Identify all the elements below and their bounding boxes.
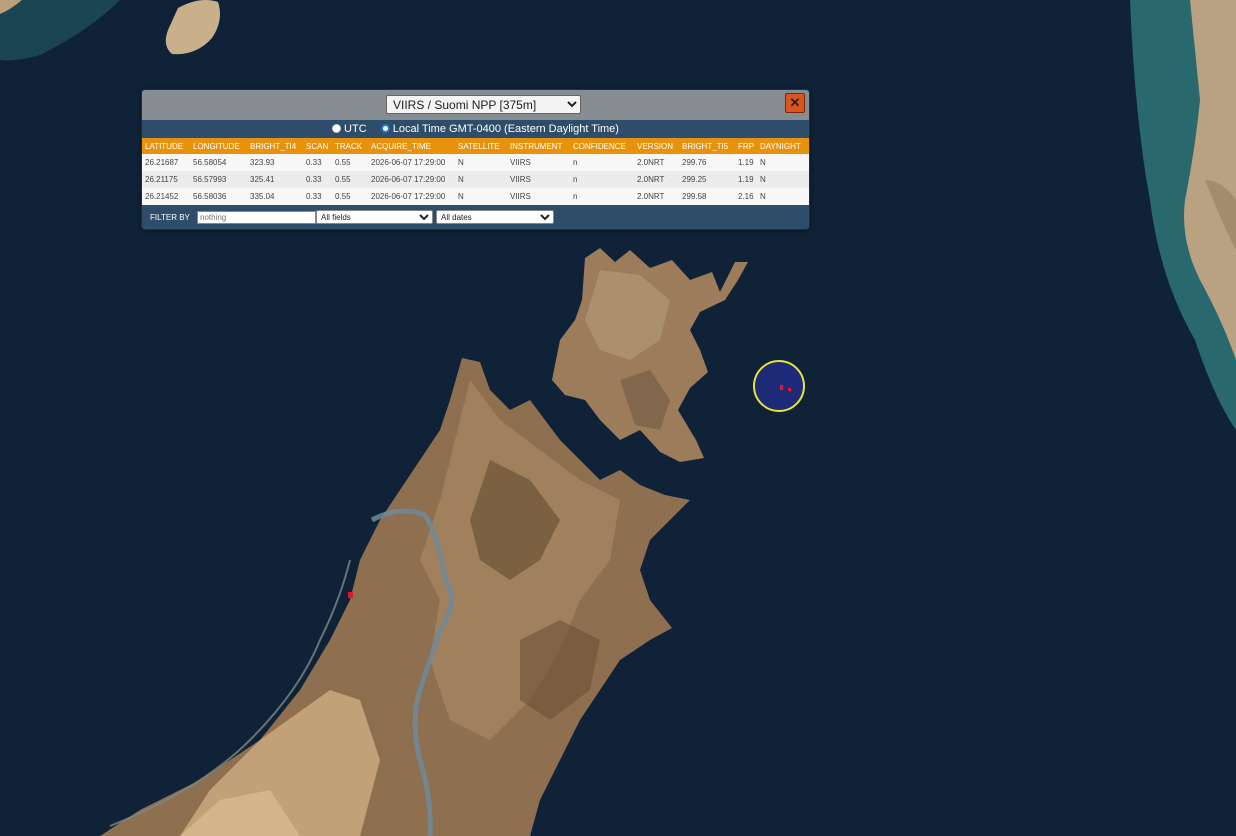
table-cell: 335.04 [247, 188, 303, 205]
col-header[interactable]: SATELLITE [455, 138, 507, 154]
table-cell: 2.16 [735, 188, 757, 205]
table-cell: 1.19 [735, 171, 757, 188]
dataset-select[interactable]: VIIRS / Suomi NPP [375m] [386, 95, 581, 114]
fire-marker-coast [348, 592, 353, 598]
table-cell: 56.58036 [190, 188, 247, 205]
table-cell: 323.93 [247, 154, 303, 171]
table-cell: N [455, 171, 507, 188]
table-cell: N [757, 171, 809, 188]
table-cell: 26.21175 [142, 171, 190, 188]
col-header[interactable]: SCAN [303, 138, 332, 154]
table-cell: 2026-06-07 17:29:00 [368, 188, 455, 205]
col-header[interactable]: VERSION [634, 138, 679, 154]
table-cell: 2026-06-07 17:29:00 [368, 154, 455, 171]
table-cell: n [570, 171, 634, 188]
table-cell: 56.58054 [190, 154, 247, 171]
table-cell: VIIRS [507, 154, 570, 171]
utc-radio[interactable] [332, 124, 342, 133]
table-cell: 0.55 [332, 188, 368, 205]
col-header[interactable]: LONGITUDE [190, 138, 247, 154]
table-cell: 2026-06-07 17:29:00 [368, 171, 455, 188]
table-cell: 0.33 [303, 188, 332, 205]
popup-header: VIIRS / Suomi NPP [375m] ✕ [142, 90, 809, 120]
col-header[interactable]: BRIGHT_TI5 [679, 138, 735, 154]
table-row[interactable]: 26.21452 56.58036 335.04 0.33 0.55 2026-… [142, 188, 809, 205]
table-cell: 299.76 [679, 154, 735, 171]
table-cell: 26.21687 [142, 154, 190, 171]
col-header[interactable]: CONFIDENCE [570, 138, 634, 154]
dates-select[interactable]: All dates [436, 210, 554, 224]
table-cell: 0.55 [332, 171, 368, 188]
col-header[interactable]: ACQUIRE_TIME [368, 138, 455, 154]
table-cell: VIIRS [507, 171, 570, 188]
table-cell: VIIRS [507, 188, 570, 205]
table-cell: 325.41 [247, 171, 303, 188]
table-cell: 299.25 [679, 171, 735, 188]
table-cell: N [757, 154, 809, 171]
filter-label: FILTER BY [150, 213, 190, 222]
local-time-label: Local Time GMT-0400 (Eastern Daylight Ti… [392, 123, 619, 135]
filter-input[interactable] [197, 211, 316, 224]
table-cell: 0.33 [303, 171, 332, 188]
col-header[interactable]: BRIGHT_TI4 [247, 138, 303, 154]
close-icon: ✕ [789, 95, 801, 110]
table-cell: 2.0NRT [634, 154, 679, 171]
local-time-radio[interactable] [380, 124, 390, 133]
table-cell: n [570, 154, 634, 171]
fire-detections-table: LATITUDE LONGITUDE BRIGHT_TI4 SCAN TRACK… [142, 138, 809, 205]
col-header[interactable]: DAYNIGHT [757, 138, 809, 154]
table-cell: 2.0NRT [634, 188, 679, 205]
col-header[interactable]: LATITUDE [142, 138, 190, 154]
table-cell: 0.33 [303, 154, 332, 171]
table-cell: 299.58 [679, 188, 735, 205]
table-cell: N [757, 188, 809, 205]
time-zone-selector: UTC Local Time GMT-0400 (Eastern Dayligh… [142, 121, 809, 137]
table-row[interactable]: 26.21687 56.58054 323.93 0.33 0.55 2026-… [142, 154, 809, 171]
col-header[interactable]: INSTRUMENT [507, 138, 570, 154]
table-cell: 56.57993 [190, 171, 247, 188]
table-cell: N [455, 154, 507, 171]
fire-detections-popup: VIIRS / Suomi NPP [375m] ✕ UTC Local Tim… [141, 89, 810, 230]
table-header-row: LATITUDE LONGITUDE BRIGHT_TI4 SCAN TRACK… [142, 138, 809, 154]
filter-bar: FILTER BY All fields All dates [142, 208, 809, 228]
fields-select[interactable]: All fields [316, 210, 433, 224]
col-header[interactable]: TRACK [332, 138, 368, 154]
table-cell: 0.55 [332, 154, 368, 171]
table-cell: N [455, 188, 507, 205]
close-button[interactable]: ✕ [785, 93, 805, 113]
table-cell: 1.19 [735, 154, 757, 171]
col-header[interactable]: FRP [735, 138, 757, 154]
table-row[interactable]: 26.21175 56.57993 325.41 0.33 0.55 2026-… [142, 171, 809, 188]
utc-label: UTC [344, 123, 367, 135]
table-cell: n [570, 188, 634, 205]
selected-detection-marker[interactable] [753, 360, 805, 412]
table-cell: 2.0NRT [634, 171, 679, 188]
table-cell: 26.21452 [142, 188, 190, 205]
